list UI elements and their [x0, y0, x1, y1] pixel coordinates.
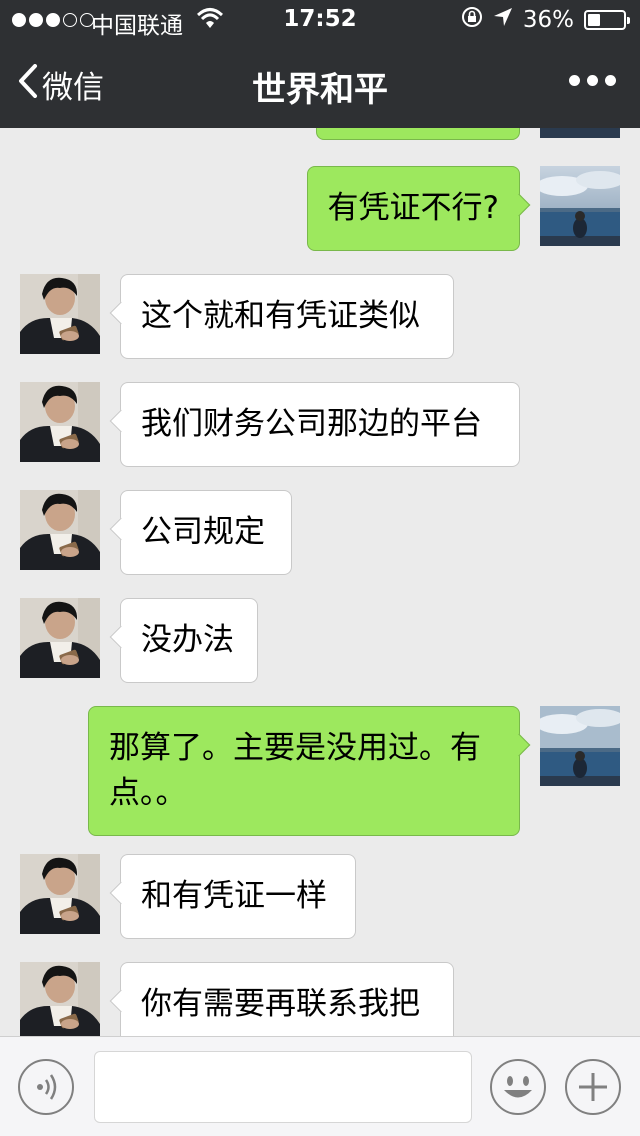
- nav-bar: 微信 世界和平: [0, 40, 640, 128]
- message-bubble[interactable]: 那算了。主要是没用过。有点。。: [88, 706, 531, 836]
- more-dots-icon: [569, 75, 580, 86]
- rotation-lock-icon: [461, 6, 483, 34]
- message-input[interactable]: [94, 1051, 472, 1123]
- message-text: 那算了。主要是没用过。有点。。: [109, 730, 481, 811]
- back-label: 微信: [42, 70, 104, 106]
- voice-button[interactable]: [18, 1059, 74, 1115]
- more-button[interactable]: [569, 75, 616, 86]
- message-text: 没办法: [141, 622, 234, 658]
- message-bubble[interactable]: [316, 128, 520, 140]
- chevron-left-icon: [18, 63, 38, 106]
- battery-icon: [584, 10, 630, 30]
- contact-avatar[interactable]: [20, 962, 100, 1036]
- message-text: 有凭证不行?: [327, 190, 499, 226]
- message-bubble[interactable]: 有凭证不行?: [306, 166, 531, 251]
- self-avatar[interactable]: [540, 166, 620, 246]
- back-button[interactable]: 微信: [18, 62, 104, 107]
- message-text: 和有凭证一样: [141, 878, 327, 914]
- contact-avatar[interactable]: [20, 854, 100, 934]
- contact-avatar[interactable]: [20, 274, 100, 354]
- message-bubble[interactable]: 我们财务公司那边的平台: [109, 382, 520, 467]
- self-avatar[interactable]: [540, 706, 620, 786]
- contact-avatar[interactable]: [20, 382, 100, 462]
- message-bubble[interactable]: 和有凭证一样: [109, 854, 356, 939]
- message-bubble[interactable]: 你有需要再联系我把: [109, 962, 454, 1036]
- contact-avatar[interactable]: [20, 598, 100, 678]
- voice-icon: [37, 1074, 57, 1100]
- location-icon: [493, 7, 513, 33]
- emoji-icon: [504, 1076, 532, 1098]
- battery-percent: 36%: [522, 7, 574, 33]
- chat-area[interactable]: 有凭证不行? 这个就和有凭证类似 我们财务公司那边的平台 公司规定 没办法 那算…: [0, 128, 640, 1036]
- input-bar: [0, 1036, 640, 1136]
- message-bubble[interactable]: 没办法: [109, 598, 258, 683]
- emoji-button[interactable]: [490, 1059, 546, 1115]
- message-text: 你有需要再联系我把: [141, 986, 420, 1022]
- message-text: 公司规定: [141, 514, 265, 550]
- message-bubble[interactable]: 这个就和有凭证类似: [109, 274, 454, 359]
- top-bar: 中国联通 17:52 36% 微信 世界和平: [0, 0, 640, 128]
- plus-button[interactable]: [565, 1059, 621, 1115]
- message-bubble[interactable]: 公司规定: [109, 490, 292, 575]
- status-bar: 中国联通 17:52 36%: [0, 0, 640, 40]
- self-avatar[interactable]: [540, 128, 620, 138]
- message-text: 这个就和有凭证类似: [141, 298, 420, 334]
- contact-avatar[interactable]: [20, 490, 100, 570]
- message-text: 我们财务公司那边的平台: [141, 406, 482, 442]
- plus-icon: [579, 1073, 607, 1101]
